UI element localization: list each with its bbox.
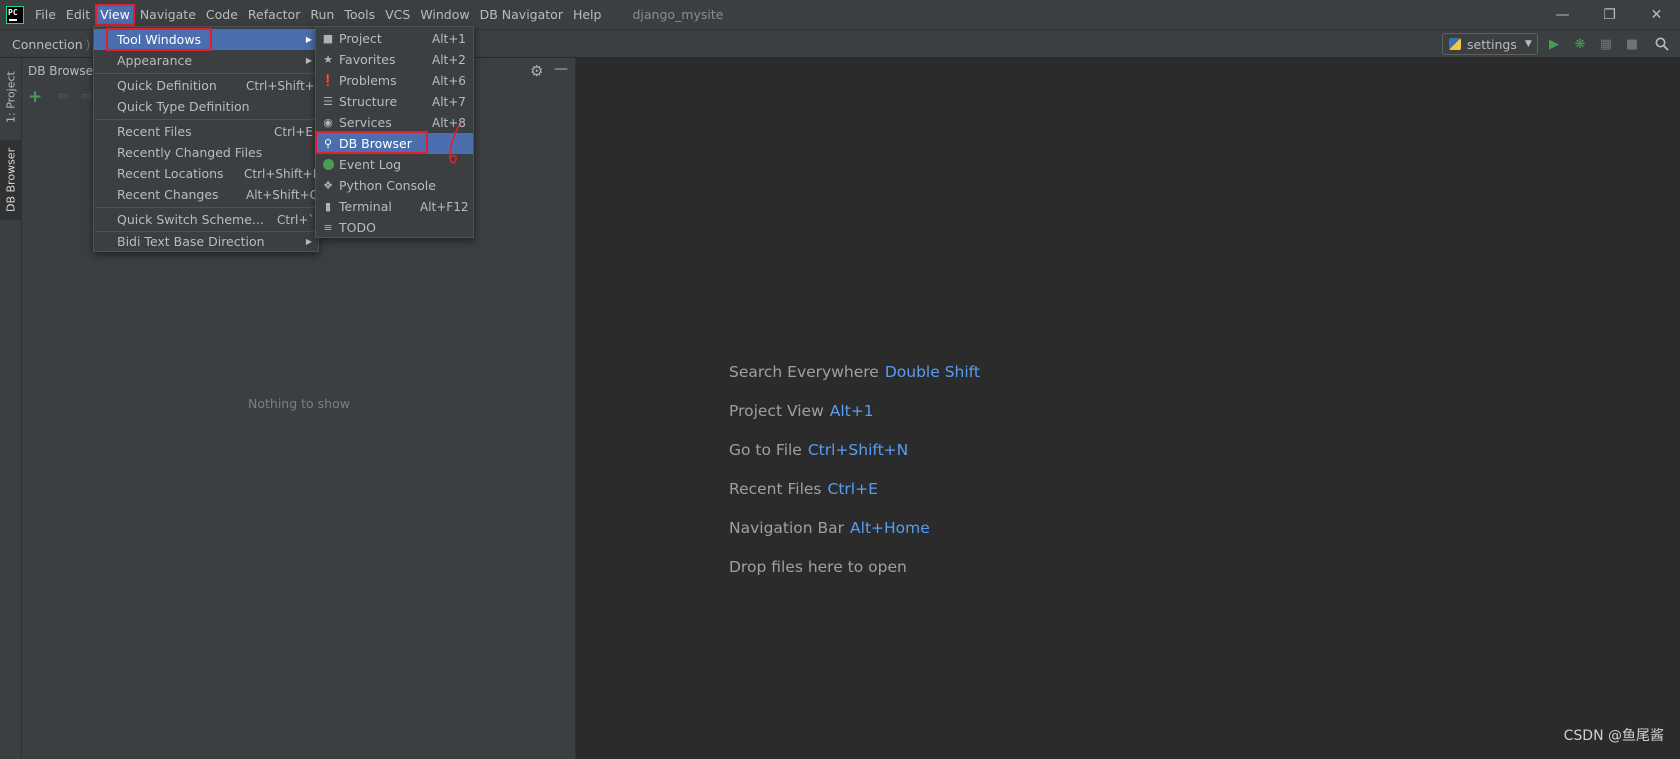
menu-item-recent-files[interactable]: Recent Files Ctrl+E	[94, 121, 318, 142]
breadcrumb: Connection⟩S	[12, 37, 102, 52]
hint-project-view: Project View Alt+1	[729, 402, 874, 420]
menu-item-quick-definition[interactable]: Quick Definition Ctrl+Shift+I	[94, 75, 318, 96]
stop-icon[interactable]: ■	[1624, 36, 1640, 52]
menu-help[interactable]: Help	[568, 4, 607, 26]
editor-area: Search Everywhere Double Shift Project Vi…	[577, 58, 1680, 759]
submenu-arrow-icon: ▶	[305, 237, 312, 246]
hint-recent-files: Recent Files Ctrl+E	[729, 480, 878, 498]
menu-run[interactable]: Run	[305, 4, 339, 26]
breadcrumb-connection[interactable]: Connection	[12, 37, 83, 52]
back-icon[interactable]: ⇦	[58, 89, 69, 104]
problems-icon: ❗	[321, 74, 335, 87]
menu-db-navigator[interactable]: DB Navigator	[475, 4, 568, 26]
view-menu: Tool Windows ▶ Appearance ▶ Quick Defini…	[93, 26, 320, 252]
minimize-icon[interactable]: —	[1539, 0, 1586, 29]
menu-tools[interactable]: Tools	[339, 4, 380, 26]
window-controls: — ❐ ✕	[1539, 0, 1680, 29]
menu-bar: PC File Edit View Navigate Code Refactor…	[0, 0, 1680, 29]
menu-item-terminal[interactable]: ▮ Terminal Alt+F12	[316, 196, 473, 217]
menu-item-tool-windows[interactable]: Tool Windows ▶	[94, 29, 318, 50]
menu-file[interactable]: File	[30, 4, 61, 26]
todo-icon: ≡	[323, 221, 333, 234]
menu-item-problems[interactable]: ❗ Problems Alt+6	[316, 70, 473, 91]
menu-vcs[interactable]: VCS	[380, 4, 415, 26]
menu-view[interactable]: View	[95, 3, 135, 26]
menu-item-appearance[interactable]: Appearance ▶	[94, 50, 318, 71]
restore-icon[interactable]: ❐	[1586, 0, 1633, 29]
menu-item-python-console[interactable]: ❖ Python Console	[316, 175, 473, 196]
db-browser-icon: ⚲	[323, 137, 333, 150]
breadcrumb-separator-icon: ⟩	[85, 37, 91, 52]
star-icon: ★	[323, 53, 333, 66]
coverage-icon[interactable]: ▦	[1598, 36, 1614, 52]
window-title: django_mysite	[632, 7, 724, 22]
menu-separator	[95, 119, 317, 120]
menu-window[interactable]: Window	[415, 4, 474, 26]
menu-item-project[interactable]: ■ Project Alt+1	[316, 28, 473, 49]
menu-edit[interactable]: Edit	[61, 4, 95, 26]
close-icon[interactable]: ✕	[1633, 0, 1680, 29]
hide-panel-icon[interactable]: —	[554, 61, 568, 77]
debug-icon[interactable]: ❋	[1572, 36, 1588, 52]
panel-title: DB Browser	[28, 64, 98, 78]
menu-item-todo[interactable]: ≡ TODO	[316, 217, 473, 238]
forward-icon[interactable]: ⇨	[82, 89, 93, 104]
structure-icon: ☰	[323, 95, 333, 108]
hint-search-everywhere: Search Everywhere Double Shift	[729, 363, 980, 381]
terminal-icon: ▮	[324, 200, 332, 213]
menu-item-quick-type-definition[interactable]: Quick Type Definition	[94, 96, 318, 117]
db-browser-tool-button[interactable]: DB Browser	[0, 140, 22, 220]
empty-state-text: Nothing to show	[248, 396, 350, 411]
left-tool-stripe: 1: Project DB Browser	[0, 58, 22, 759]
menu-item-favorites[interactable]: ★ Favorites Alt+2	[316, 49, 473, 70]
menu-item-recent-changes[interactable]: Recent Changes Alt+Shift+C	[94, 184, 318, 205]
menu-separator	[95, 207, 317, 208]
menu-refactor[interactable]: Refactor	[243, 4, 305, 26]
submenu-arrow-icon: ▶	[305, 56, 312, 65]
menu-separator	[95, 73, 317, 74]
gear-icon[interactable]: ⚙	[530, 62, 543, 80]
event-log-icon	[322, 159, 334, 171]
add-connection-icon[interactable]: +	[28, 87, 42, 107]
menu-item-bidi-text-direction[interactable]: Bidi Text Base Direction ▶	[94, 231, 318, 252]
hint-drop-files: Drop files here to open	[729, 558, 907, 576]
menu-item-structure[interactable]: ☰ Structure Alt+7	[316, 91, 473, 112]
python-icon	[1449, 38, 1461, 50]
hint-go-to-file: Go to File Ctrl+Shift+N	[729, 441, 909, 459]
menu-code[interactable]: Code	[201, 4, 243, 26]
run-icon[interactable]: ▶	[1546, 36, 1562, 52]
python-console-icon: ❖	[323, 179, 333, 192]
menu-item-quick-switch-scheme[interactable]: Quick Switch Scheme... Ctrl+`	[94, 209, 318, 230]
annotation-red-scribble	[449, 125, 460, 164]
project-tool-button[interactable]: 1: Project	[0, 64, 22, 134]
run-configuration-dropdown[interactable]: settings ▼	[1442, 33, 1538, 55]
hint-navigation-bar: Navigation Bar Alt+Home	[729, 519, 930, 537]
search-icon[interactable]	[1654, 36, 1670, 52]
pycharm-logo-icon: PC	[6, 5, 24, 24]
services-icon: ◉	[323, 116, 333, 129]
menu-item-recently-changed-files[interactable]: Recently Changed Files	[94, 142, 318, 163]
chevron-down-icon: ▼	[1524, 39, 1532, 49]
submenu-arrow-icon: ▶	[305, 35, 312, 44]
run-configuration-label: settings	[1467, 36, 1517, 52]
menu-navigate[interactable]: Navigate	[135, 4, 201, 26]
folder-icon: ■	[322, 32, 334, 45]
watermark: CSDN @鱼尾酱	[1563, 728, 1664, 744]
menu-item-recent-locations[interactable]: Recent Locations Ctrl+Shift+E	[94, 163, 320, 184]
